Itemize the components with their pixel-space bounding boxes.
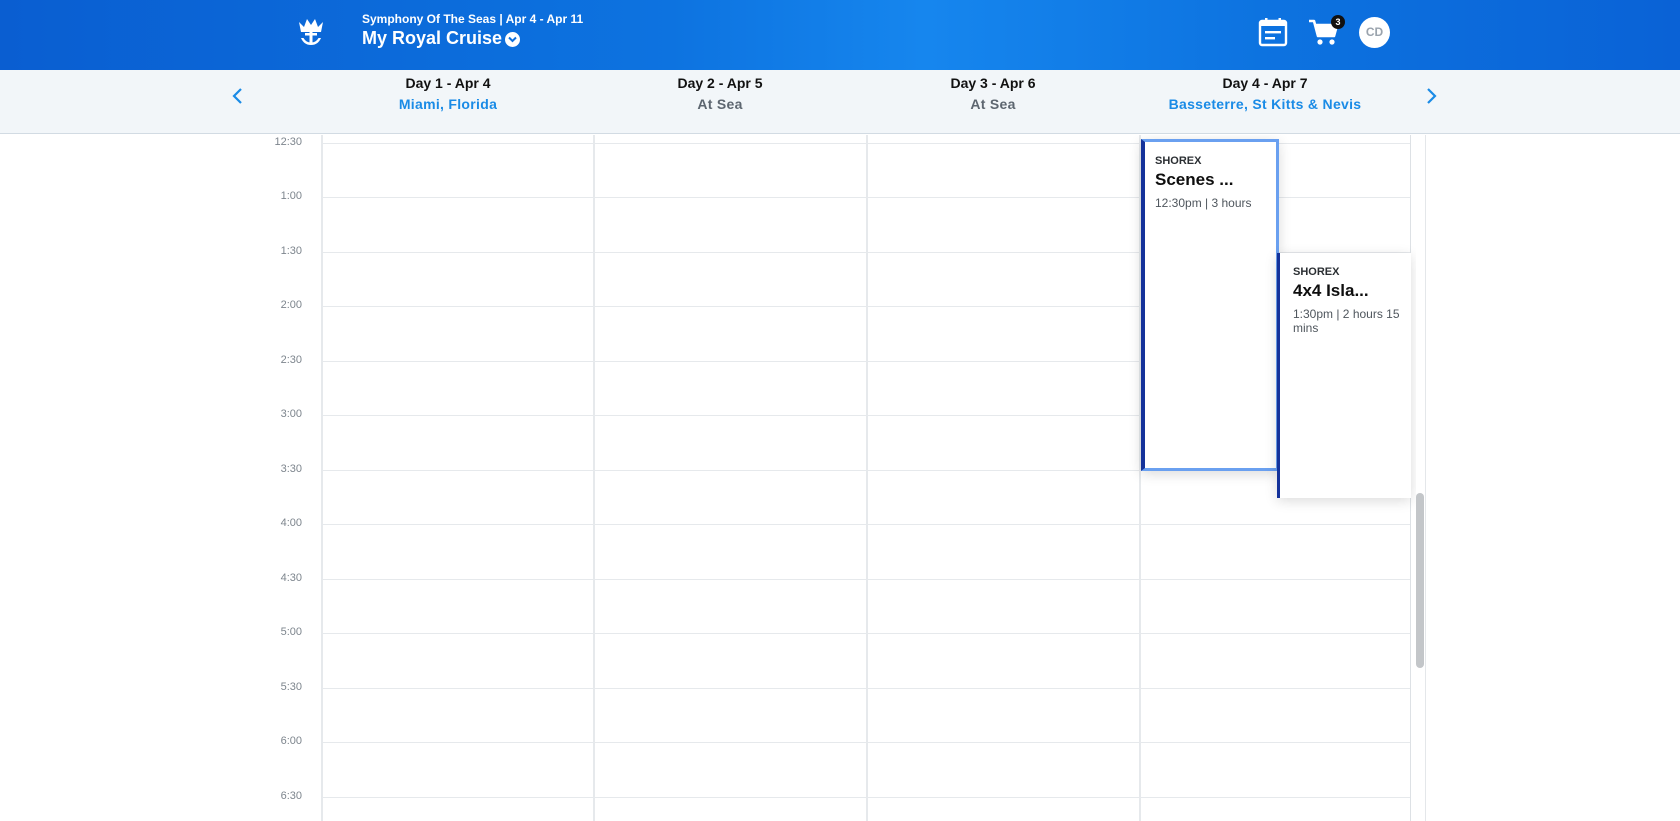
column-divider xyxy=(593,135,595,821)
day-title: Day 2 - Apr 5 xyxy=(677,75,763,91)
time-label: 1:30 xyxy=(280,245,302,257)
event-category: SHOREX xyxy=(1293,266,1340,278)
time-label: 4:00 xyxy=(280,517,302,529)
scrollbar-divider xyxy=(1425,135,1426,821)
time-label: 6:00 xyxy=(280,735,302,747)
event-name: Scenes ... xyxy=(1155,170,1234,189)
chevron-right-icon[interactable] xyxy=(1421,84,1441,108)
day-title: Day 4 - Apr 7 xyxy=(1222,75,1308,91)
cart-count-badge: 3 xyxy=(1331,15,1345,29)
app-header: Symphony Of The Seas | Apr 4 - Apr 11 My… xyxy=(0,0,1680,70)
day-title: Day 3 - Apr 6 xyxy=(950,75,1036,91)
cruise-subtitle: Symphony Of The Seas | Apr 4 - Apr 11 xyxy=(362,12,584,26)
chevron-left-icon[interactable] xyxy=(228,84,248,108)
day-column-header-1[interactable]: Day 1 - Apr 4 Miami, Florida xyxy=(312,75,584,112)
event-card-scenes[interactable]: SHOREX Scenes ... 12:30pm | 3 hours xyxy=(1141,139,1279,471)
time-label: 2:00 xyxy=(280,299,302,311)
event-category: SHOREX xyxy=(1155,155,1202,167)
column-divider xyxy=(866,135,868,821)
time-label: 6:30 xyxy=(280,790,302,802)
day-column-header-3[interactable]: Day 3 - Apr 6 At Sea xyxy=(857,75,1129,112)
time-label: 12:30 xyxy=(274,136,302,148)
page-title[interactable]: My Royal Cruise xyxy=(362,28,502,49)
day-port: At Sea xyxy=(697,96,743,112)
user-avatar[interactable]: CD xyxy=(1359,17,1390,48)
time-label: 3:30 xyxy=(280,463,302,475)
time-label: 2:30 xyxy=(280,354,302,366)
day-port: At Sea xyxy=(970,96,1016,112)
day-port: Basseterre, St Kitts & Nevis xyxy=(1168,96,1362,112)
chevron-down-icon[interactable] xyxy=(505,32,520,47)
time-label: 5:30 xyxy=(280,681,302,693)
column-divider xyxy=(321,135,323,821)
time-label: 5:00 xyxy=(280,626,302,638)
event-time: 1:30pm | 2 hours 15 mins xyxy=(1293,307,1400,335)
time-label: 4:30 xyxy=(280,572,302,584)
day-column-header-2[interactable]: Day 2 - Apr 5 At Sea xyxy=(584,75,856,112)
day-column-header-4[interactable]: Day 4 - Apr 7 Basseterre, St Kitts & Nev… xyxy=(1129,75,1401,112)
time-label: 1:00 xyxy=(280,190,302,202)
event-card-4x4-island[interactable]: SHOREX 4x4 Isla... 1:30pm | 2 hours 15 m… xyxy=(1277,253,1411,498)
scrollbar-thumb[interactable] xyxy=(1416,493,1424,668)
event-name: 4x4 Isla... xyxy=(1293,281,1369,300)
crown-anchor-logo-icon[interactable] xyxy=(296,16,326,48)
event-time: 12:30pm | 3 hours xyxy=(1155,196,1252,210)
day-title: Day 1 - Apr 4 xyxy=(405,75,491,91)
day-port: Miami, Florida xyxy=(398,96,498,112)
calendar-grid[interactable]: 12:30 1:00 1:30 2:00 2:30 3:00 3:30 4:00… xyxy=(0,135,1680,821)
time-label: 3:00 xyxy=(280,408,302,420)
calendar-icon[interactable] xyxy=(1258,17,1288,47)
